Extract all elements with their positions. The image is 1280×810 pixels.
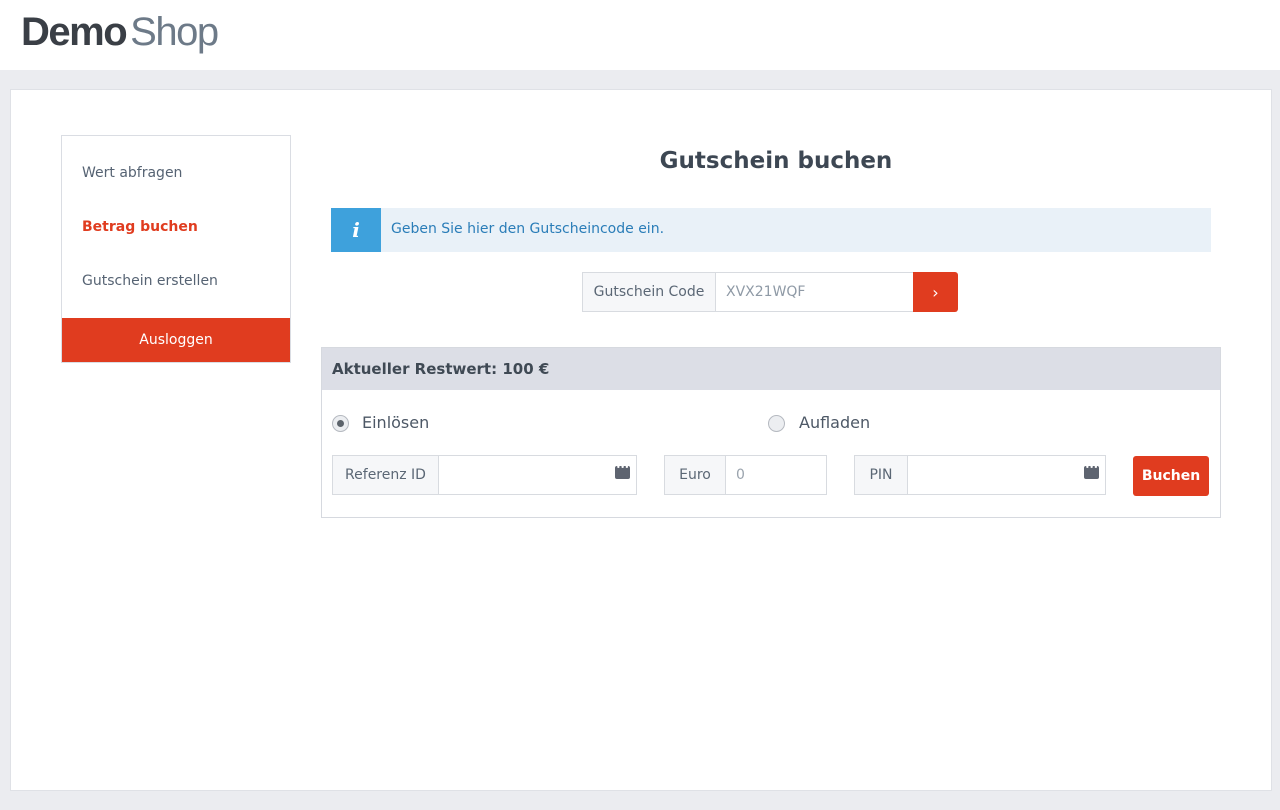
euro-label: Euro xyxy=(664,455,726,495)
sidebar-item-gutschein-erstellen[interactable]: Gutschein erstellen xyxy=(82,273,218,289)
radio-einloesen-label[interactable]: Einlösen xyxy=(362,413,429,432)
reference-id-input[interactable] xyxy=(438,455,637,495)
logo-part-shop: Shop xyxy=(130,10,219,54)
voucher-code-label: Gutschein Code xyxy=(582,272,716,312)
keyboard-icon[interactable] xyxy=(615,463,630,479)
radio-aufladen[interactable] xyxy=(768,415,785,432)
sidebar-item-wert-abfragen[interactable]: Wert abfragen xyxy=(82,165,182,181)
radio-aufladen-label[interactable]: Aufladen xyxy=(799,413,870,432)
pin-label: PIN xyxy=(854,455,908,495)
voucher-code-group: Gutschein Code XVX21WQF › xyxy=(582,272,958,312)
euro-amount-input[interactable]: 0 xyxy=(725,455,827,495)
book-button[interactable]: Buchen xyxy=(1133,456,1209,496)
keyboard-icon[interactable] xyxy=(1084,463,1099,479)
logo-part-demo: Demo xyxy=(21,10,128,54)
site-header: Demo Shop xyxy=(0,0,1280,70)
voucher-code-input[interactable]: XVX21WQF xyxy=(715,272,914,312)
pin-input[interactable] xyxy=(907,455,1106,495)
sidebar-item-betrag-buchen[interactable]: Betrag buchen xyxy=(82,219,198,235)
reference-id-label: Referenz ID xyxy=(332,455,439,495)
info-alert: i Geben Sie hier den Gutscheincode ein. xyxy=(331,208,1211,252)
info-icon: i xyxy=(331,208,381,252)
info-message: Geben Sie hier den Gutscheincode ein. xyxy=(391,221,665,237)
chevron-right-icon: › xyxy=(932,282,939,302)
sidebar-nav: Wert abfragen Betrag buchen Gutschein er… xyxy=(61,135,291,363)
logout-button[interactable]: Ausloggen xyxy=(62,318,290,362)
remaining-value-header: Aktueller Restwert: 100 € xyxy=(322,348,1220,390)
radio-einloesen[interactable] xyxy=(332,415,349,432)
page-title: Gutschein buchen xyxy=(659,148,893,174)
demo-shop-logo[interactable]: Demo Shop xyxy=(21,10,219,54)
voucher-code-submit-button[interactable]: › xyxy=(913,272,958,312)
